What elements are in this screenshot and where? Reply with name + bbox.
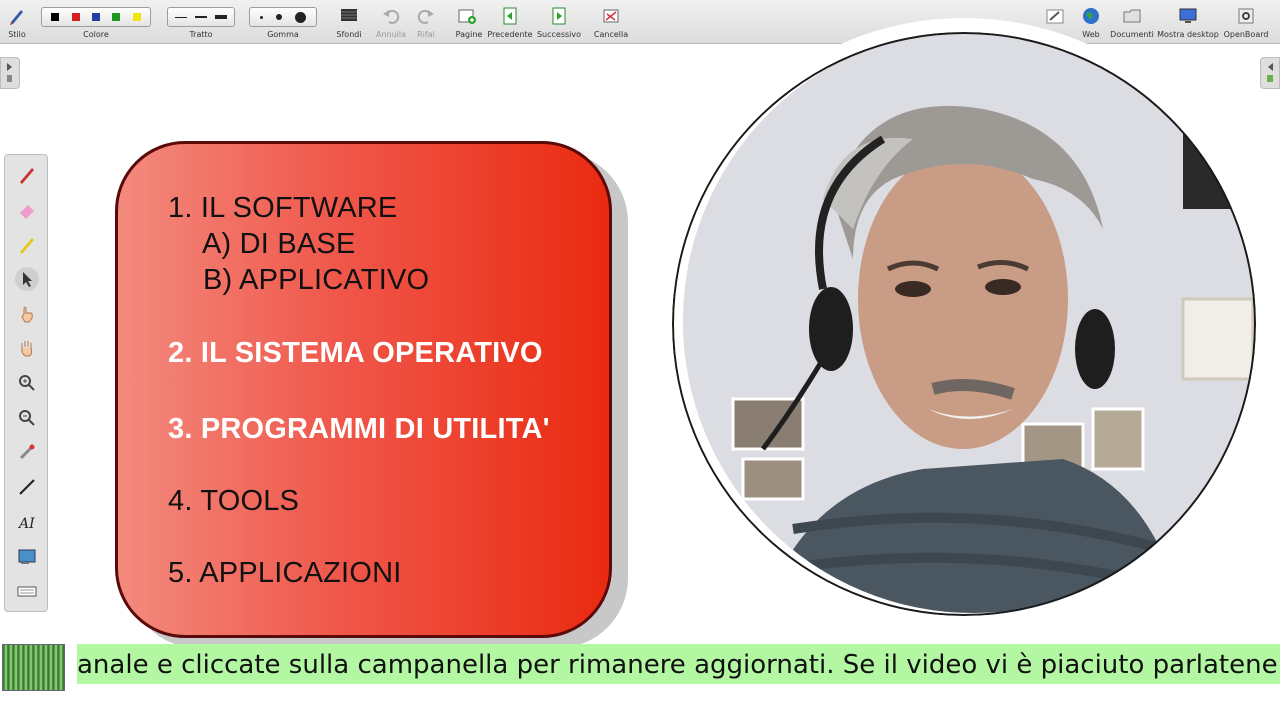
line-tool[interactable] [15,475,39,499]
text-tool[interactable]: AI [15,510,39,534]
pen-tool[interactable] [15,163,39,187]
show-desktop-label: Mostra desktop [1157,30,1219,39]
topic-4: 4. TOOLS [168,485,300,517]
color-group: Colore [41,0,151,44]
clear-label: Cancella [593,30,629,39]
web-button[interactable]: Web [1079,0,1103,44]
pencil-board-icon [1046,9,1064,24]
next-button[interactable]: Successivo [536,0,582,44]
folder-icon [1123,9,1141,23]
laser-pointer-icon [19,444,35,460]
pages-button[interactable]: Pagine [454,0,484,44]
next-label: Successivo [536,30,582,39]
globe-icon [1083,8,1099,24]
svg-text:AI: AI [17,516,35,532]
next-page-icon [552,7,566,25]
pen-icon [20,168,34,184]
previous-label: Precedente [487,30,533,39]
matrix-thumbnail-icon [2,644,65,691]
stroke-label: Tratto [189,30,213,39]
eraser-tool[interactable] [15,198,39,222]
left-panel-toggle[interactable] [0,57,20,89]
eraser-group: Gomma [249,0,317,44]
play-tool[interactable] [15,302,39,326]
stroke-group: Tratto [167,0,235,44]
collapse-arrow-icon [1267,63,1273,82]
undo-icon [383,9,400,24]
topic-5: 5. APPLICAZIONI [168,557,402,589]
laser-pointer-tool[interactable] [15,440,39,464]
add-page-icon [458,9,476,24]
capture-tool[interactable] [15,545,39,569]
line-icon [19,479,35,495]
zoom-in-tool[interactable] [15,371,39,395]
eraser-size-label: Gomma [267,30,299,39]
stylus-button[interactable]: Stilo [4,0,30,44]
pages-label: Pagine [455,30,483,39]
drawing-tools-bar: AI [4,154,48,612]
undo-label: Annulla [375,30,407,39]
pointer-icon [23,272,32,287]
stylus-icon [10,10,23,25]
zoom-in-icon [19,375,35,391]
documents-label: Documenti [1110,30,1154,39]
documents-button[interactable]: Documenti [1110,0,1154,44]
eraser-icon [20,205,34,219]
redo-button[interactable]: Rifai [411,0,441,44]
text-icon: AI [17,516,35,532]
main-toolbar: Stilo Colore Tratto Gomma Sfondi Annulla… [0,0,1280,44]
stylus-label: Stilo [8,30,26,39]
redo-label: Rifai [417,30,435,39]
backgrounds-label: Sfondi [336,30,362,39]
pointer-tool[interactable] [15,267,39,291]
zoom-out-tool[interactable] [15,406,39,430]
highlighter-tool[interactable] [15,233,39,257]
openboard-button[interactable]: OpenBoard [1224,0,1268,44]
highlighter-icon [20,238,34,254]
capture-icon [18,549,36,564]
ticker-text: anale e cliccate sulla campanella per ri… [77,650,1280,680]
settings-icon [1238,8,1254,24]
previous-button[interactable]: Precedente [487,0,533,44]
webcam-frame [658,18,1270,630]
topic-1a: A) DI BASE [202,228,356,260]
keyboard-icon [17,586,37,597]
expand-arrow-icon [7,63,12,82]
keyboard-tool[interactable] [15,579,39,603]
desktop-icon [1179,8,1197,23]
backgrounds-button[interactable]: Sfondi [334,0,364,44]
openboard-label: OpenBoard [1223,30,1269,39]
zoom-out-icon [19,410,35,426]
clear-page-icon [603,9,619,23]
previous-page-icon [503,7,517,25]
hand-pointer-icon [21,306,33,323]
undo-button[interactable]: Annulla [376,0,406,44]
topic-1: 1. IL SOFTWARE [168,192,398,224]
color-label: Colore [83,30,109,39]
topic-2: 2. IL SISTEMA OPERATIVO [168,337,543,369]
web-label: Web [1082,30,1100,39]
redo-icon [417,9,434,24]
show-desktop-button[interactable]: Mostra desktop [1157,0,1219,44]
hand-tool[interactable] [15,336,39,360]
scrolling-ticker: anale e cliccate sulla campanella per ri… [77,644,1280,684]
clear-button[interactable]: Cancella [593,0,629,44]
topic-3: 3. PROGRAMMI DI UTILITA' [168,413,550,445]
hand-icon [21,341,33,357]
topic-1b: B) APPLICATIVO [203,264,430,296]
backgrounds-icon [341,9,357,21]
right-panel-toggle[interactable] [1260,57,1280,89]
